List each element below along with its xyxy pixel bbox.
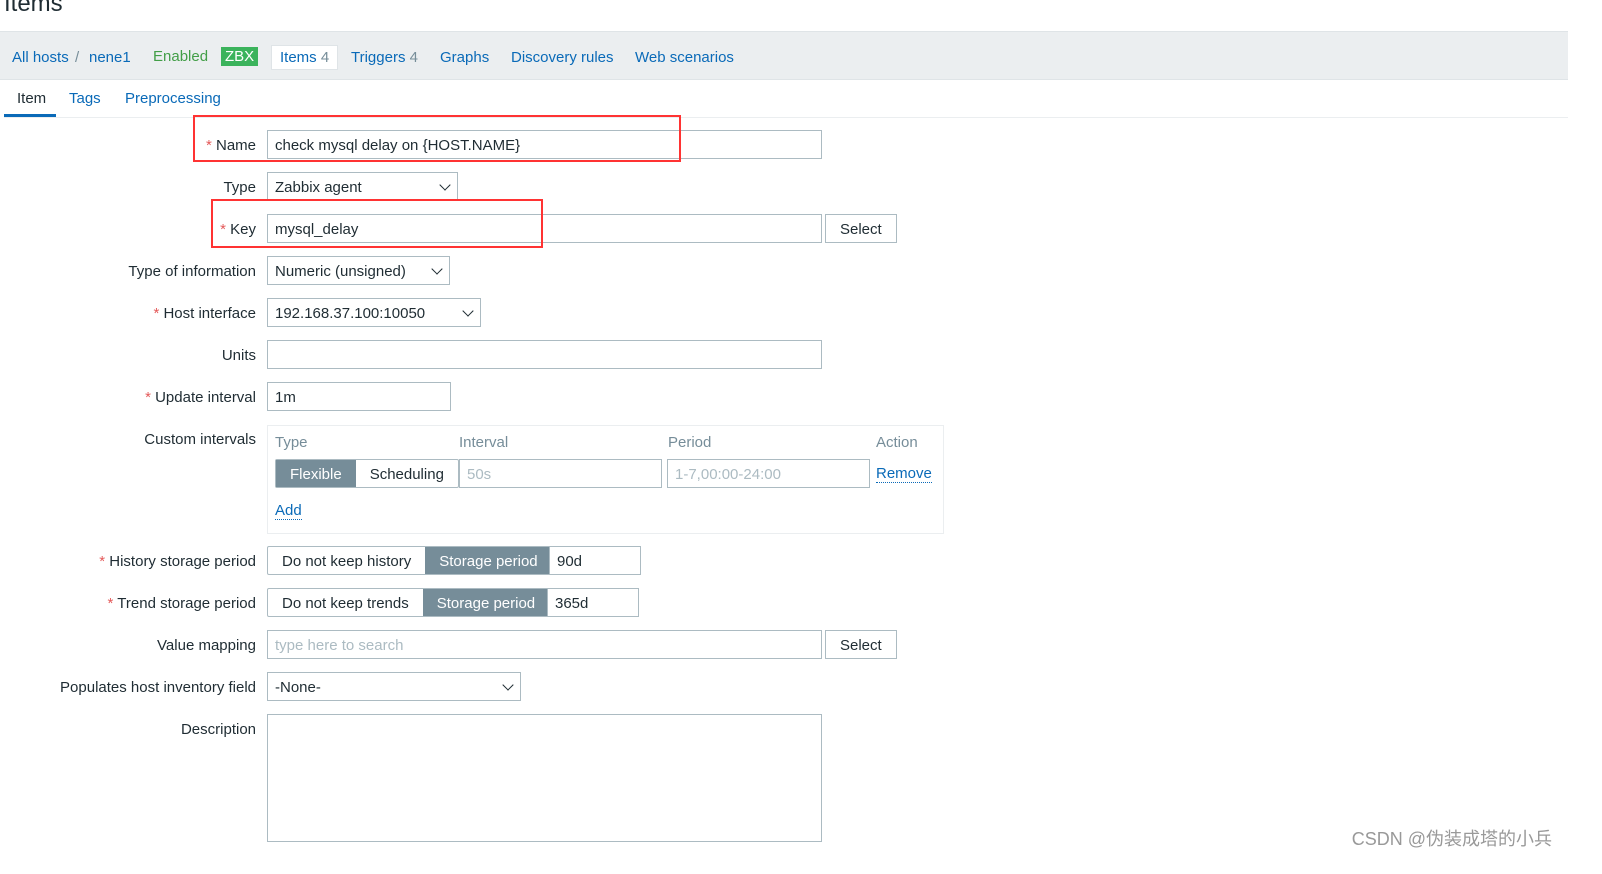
custom-intervals-label: Custom intervals (144, 431, 256, 448)
type-select[interactable]: Zabbix agent (267, 172, 458, 201)
items-label: Items (280, 49, 317, 66)
host-link[interactable]: nene1 (89, 49, 131, 66)
items-count: 4 (320, 49, 330, 66)
trend-input[interactable]: 365d (547, 588, 639, 617)
breadcrumb-separator: / (75, 49, 80, 66)
trend-label: * Trend storage period (108, 595, 256, 612)
key-select-button[interactable]: Select (825, 214, 897, 243)
graphs-link[interactable]: Graphs (440, 49, 489, 66)
type-label: Type (223, 179, 256, 196)
zbx-badge: ZBX (221, 47, 259, 66)
history-toggle: Do not keep history Storage period (267, 546, 553, 575)
no-history-option[interactable]: Do not keep history (268, 547, 425, 574)
no-trend-option[interactable]: Do not keep trends (268, 589, 423, 616)
type-info-select[interactable]: Numeric (unsigned) (267, 256, 450, 285)
value-mapping-label: Value mapping (157, 637, 256, 654)
col-action: Action (876, 434, 918, 451)
label-text: Trend storage period (117, 595, 256, 612)
update-interval-input[interactable]: 1m (267, 382, 451, 411)
label-text: Update interval (155, 389, 256, 406)
host-interface-select[interactable]: 192.168.37.100:10050 (267, 298, 481, 327)
remove-link[interactable]: Remove (876, 465, 932, 483)
description-textarea[interactable] (267, 714, 822, 842)
col-type: Type (275, 434, 308, 451)
triggers-link[interactable]: Triggers 4 (351, 49, 418, 66)
status-enabled[interactable]: Enabled (153, 48, 208, 65)
host-nav: All hosts / nene1 Enabled ZBX Items 4 Tr… (0, 31, 1568, 80)
update-interval-label: * Update interval (145, 389, 256, 406)
trend-storage-option[interactable]: Storage period (422, 589, 550, 616)
required-mark: * (145, 389, 151, 406)
all-hosts-link[interactable]: All hosts (12, 49, 69, 66)
label-text: History storage period (109, 553, 256, 570)
col-interval: Interval (459, 434, 509, 451)
triggers-label: Triggers (351, 49, 406, 66)
watermark: CSDN @伪装成塔的小兵 (1351, 829, 1552, 849)
inventory-label: Populates host inventory field (60, 679, 256, 696)
history-label: * History storage period (99, 553, 256, 570)
units-input[interactable] (267, 340, 822, 369)
inventory-select[interactable]: -None- (267, 672, 521, 701)
interval-input[interactable]: 50s (459, 459, 662, 488)
tab-item[interactable]: Item (17, 90, 46, 107)
required-mark: * (153, 305, 160, 322)
tab-tags[interactable]: Tags (69, 90, 101, 107)
history-storage-option[interactable]: Storage period (425, 547, 552, 574)
items-link[interactable]: Items 4 (271, 45, 339, 70)
web-link[interactable]: Web scenarios (635, 49, 734, 66)
interval-type-toggle: Flexible Scheduling (275, 459, 459, 488)
tab-preprocessing[interactable]: Preprocessing (125, 90, 221, 107)
annotation-box (193, 115, 681, 162)
col-period: Period (668, 434, 712, 451)
trend-toggle: Do not keep trends Storage period (267, 588, 551, 617)
page-title: Items (4, 0, 63, 17)
add-link[interactable]: Add (275, 502, 302, 520)
units-label: Units (221, 347, 256, 364)
triggers-count: 4 (409, 49, 418, 66)
host-interface-label: * Host interface (153, 305, 256, 322)
required-mark: * (99, 553, 106, 570)
type-info-label: Type of information (128, 263, 256, 280)
value-mapping-select-button[interactable]: Select (825, 630, 897, 659)
discovery-link[interactable]: Discovery rules (511, 49, 614, 66)
value-mapping-input[interactable]: type here to search (267, 630, 822, 659)
history-input[interactable]: 90d (549, 546, 641, 575)
annotation-box (211, 199, 543, 248)
required-mark: * (107, 595, 114, 612)
period-input[interactable]: 1-7,00:00-24:00 (667, 459, 870, 488)
label-text: Host interface (163, 305, 256, 322)
flexible-option[interactable]: Flexible (276, 460, 356, 487)
description-label: Description (180, 721, 256, 738)
scheduling-option[interactable]: Scheduling (356, 460, 458, 487)
